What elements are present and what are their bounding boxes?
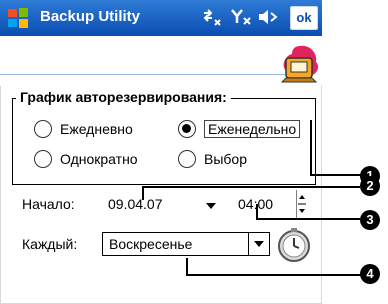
weekday-combobox[interactable]: Воскресенье <box>102 232 270 256</box>
start-date-field[interactable]: 09.04.07 <box>108 196 163 212</box>
windows-flag-icon[interactable] <box>6 6 30 30</box>
radio-button-icon[interactable] <box>34 150 52 168</box>
chevron-down-icon <box>254 241 264 247</box>
window-title: Backup Utility <box>40 8 141 25</box>
callout-line-2 <box>142 186 360 188</box>
radio-weekly-label: Еженедельно <box>204 120 301 138</box>
backup-app-logo-icon <box>280 45 319 83</box>
callout-3: 3 <box>360 210 380 230</box>
device-screen: Backup Utility ok График авторезервирова… <box>0 0 322 304</box>
start-label: Начало: <box>22 196 75 212</box>
callout-line-2-vertical <box>142 186 144 200</box>
signal-icon[interactable] <box>230 7 252 27</box>
radio-weekly[interactable]: Еженедельно <box>178 120 301 138</box>
callout-line-3 <box>256 218 360 220</box>
radio-custom[interactable]: Выбор <box>178 150 247 168</box>
ok-button[interactable]: ok <box>290 6 318 30</box>
header-divider <box>0 74 300 75</box>
callout-line-4-vertical <box>186 258 188 274</box>
radio-button-icon[interactable] <box>34 120 52 138</box>
callout-4: 4 <box>360 264 380 284</box>
callout-line-3-vertical <box>256 204 258 220</box>
every-label: Каждый: <box>22 236 78 252</box>
time-spinner-icon[interactable] <box>296 190 308 218</box>
radio-daily[interactable]: Ежедневно <box>34 120 133 138</box>
schedule-groupbox <box>12 98 316 185</box>
connectivity-icon[interactable] <box>200 7 222 27</box>
weekday-value: Воскресенье <box>109 236 193 252</box>
volume-icon[interactable] <box>256 7 280 27</box>
radio-once[interactable]: Однократно <box>34 150 138 168</box>
header-band <box>0 36 322 86</box>
radio-once-label: Однократно <box>60 151 138 167</box>
date-dropdown-icon[interactable] <box>206 203 216 209</box>
schedule-group-title: График авторезервирования: <box>16 89 231 105</box>
radio-button-icon[interactable] <box>178 150 196 168</box>
radio-daily-label: Ежедневно <box>60 121 133 137</box>
clock-icon[interactable] <box>276 226 312 266</box>
callout-line-1-vertical <box>310 120 312 176</box>
callout-2: 2 <box>360 176 380 196</box>
combobox-button[interactable] <box>248 233 269 255</box>
radio-custom-label: Выбор <box>204 151 247 167</box>
radio-button-selected-icon[interactable] <box>178 120 196 138</box>
title-bar: Backup Utility ok <box>0 0 322 36</box>
callout-line-4 <box>186 274 362 276</box>
